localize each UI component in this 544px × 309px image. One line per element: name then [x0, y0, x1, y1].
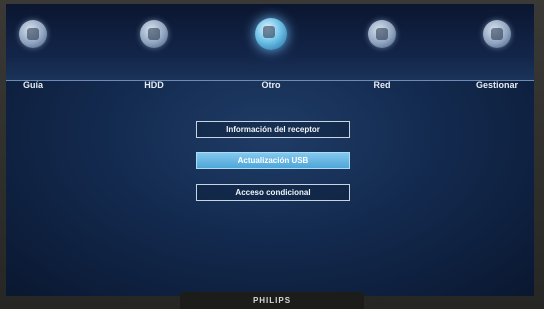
- monitor-brand-logo: PHILIPS: [252, 296, 292, 305]
- conditional-access-button[interactable]: Acceso condicional: [196, 184, 350, 201]
- guide-icon: [19, 20, 47, 48]
- manage-icon: [483, 20, 511, 48]
- menu-label-guia: Guía: [22, 80, 43, 90]
- menu-label-hdd: HDD: [144, 80, 164, 90]
- hdd-icon: [140, 20, 168, 48]
- tv-screen: Guía HDD Otro Red Gestionar Información …: [6, 4, 534, 296]
- menu-label-gestionar: Gestionar: [475, 80, 518, 90]
- usb-update-button[interactable]: Actualización USB: [196, 152, 350, 169]
- other-icon: [255, 18, 287, 50]
- menu-label-otro: Otro: [261, 80, 281, 90]
- menu-label-red: Red: [373, 80, 391, 90]
- network-icon: [368, 20, 396, 48]
- receiver-info-button[interactable]: Información del receptor: [196, 121, 350, 138]
